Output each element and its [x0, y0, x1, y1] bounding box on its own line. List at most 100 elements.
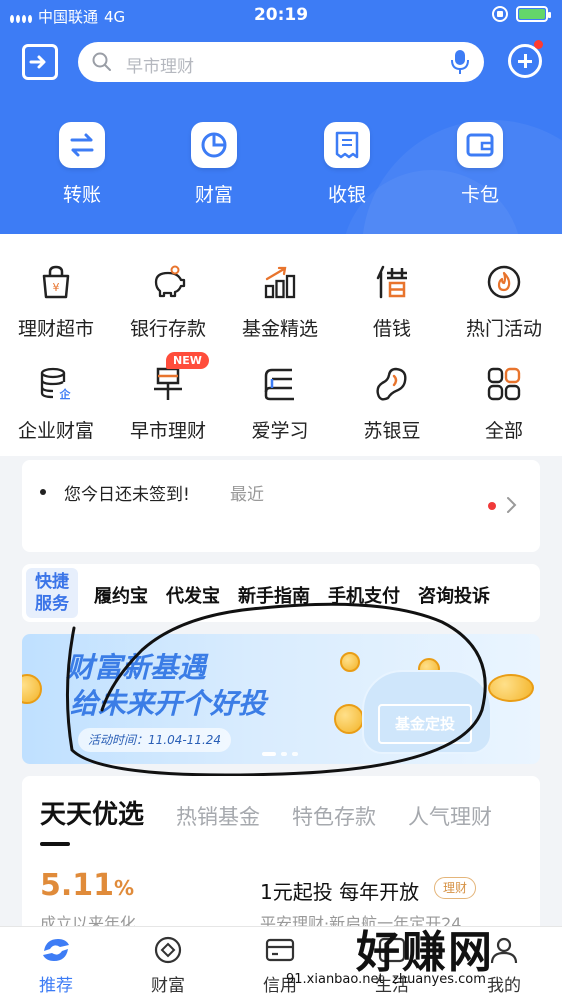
watermark-url: zhuanyes.com	[392, 972, 486, 987]
banner-date: 活动时间：11.04-11.24	[78, 728, 232, 752]
rate-value: 5.11	[40, 868, 115, 903]
book-icon	[264, 368, 294, 401]
grid-item-bean[interactable]: 苏银豆	[336, 366, 448, 443]
quick-action-cashier[interactable]: 收银	[307, 122, 387, 207]
borrow-icon	[376, 265, 407, 299]
product-card: 天天优选 热销基金 特色存款 人气理财 5.11% 成立以来年化 1元起投 每年…	[22, 776, 540, 933]
shopping-bag-icon: ¥	[42, 265, 70, 299]
product-title[interactable]: 1元起投 每年开放	[260, 876, 419, 905]
bar-chart-icon	[264, 266, 296, 299]
quick-action-label: 收银	[327, 184, 366, 206]
banner-title: 财富新基遇	[66, 651, 207, 684]
quick-action-cards[interactable]: 卡包	[440, 122, 520, 207]
svg-text:企: 企	[59, 387, 72, 401]
top-bar: 早市理财	[0, 42, 562, 82]
nav-recommend[interactable]: 推荐	[16, 933, 96, 996]
grid-item-label: 基金精选	[241, 318, 318, 340]
rate-unit: %	[114, 876, 135, 900]
promo-banner[interactable]: 基金定投 财富新基遇 给未来开个好投 活动时间：11.04-11.24	[22, 634, 540, 764]
pie-chart-icon	[201, 132, 227, 158]
tab-daily-picks[interactable]: 天天优选	[40, 794, 144, 831]
grid-item-label: 企业财富	[17, 420, 94, 442]
home-icon	[43, 939, 69, 961]
product-rate[interactable]: 5.11%	[40, 868, 134, 903]
product-tabs: 天天优选 热销基金 特色存款 人气理财	[40, 794, 524, 831]
watermark-url: 91.xianbao.net	[286, 972, 384, 987]
watermark-brand: 好赚网	[356, 927, 494, 978]
quick-service-tag-label: 快捷服务	[35, 572, 69, 614]
search-input[interactable]: 早市理财	[78, 42, 484, 82]
tab-special-deposits[interactable]: 特色存款	[292, 801, 376, 831]
piggy-bank-icon	[154, 265, 186, 298]
microphone-icon[interactable]	[450, 49, 470, 75]
carousel-indicator	[262, 752, 298, 756]
nav-wealth[interactable]: 财富	[128, 933, 208, 996]
quick-action-label: 财富	[194, 184, 233, 206]
grid-item-label: 全部	[484, 420, 523, 442]
quick-service-bar: 快捷服务 履约宝 代发宝 新手指南 手机支付 咨询投诉	[22, 564, 540, 622]
unread-dot	[488, 502, 496, 510]
coin-decoration	[334, 704, 364, 734]
service-item[interactable]: 咨询投诉	[418, 582, 490, 608]
watermark: 好赚网 91.xianbao.net zhuanyes.com	[282, 914, 562, 999]
service-item[interactable]: 履约宝	[94, 582, 148, 608]
quick-action-transfer[interactable]: 转账	[42, 122, 122, 207]
search-placeholder: 早市理财	[126, 57, 194, 77]
sign-in-card[interactable]: 您今日还未签到! 最近	[22, 460, 540, 552]
grid-item-label: 爱学习	[251, 420, 309, 442]
wallet-icon	[466, 133, 494, 157]
grid-item-label: 热门活动	[465, 318, 542, 340]
grid-item-deposit[interactable]: 银行存款	[112, 264, 224, 341]
coin-decoration	[488, 674, 534, 702]
bullet	[40, 489, 46, 495]
coin-decoration	[22, 674, 42, 704]
transfer-icon	[70, 133, 94, 157]
banner-card-label: 基金定投	[378, 704, 472, 744]
quick-service-tag: 快捷服务	[26, 568, 78, 618]
search-icon	[92, 52, 111, 71]
grid-item-fund[interactable]: 基金精选	[224, 264, 336, 341]
grid-item-label: 理财超市	[17, 318, 94, 340]
coin-decoration	[340, 652, 360, 672]
tab-popular-finance[interactable]: 人气理财	[408, 801, 492, 831]
function-grid: ¥ 理财超市 银行存款 基金精选 借钱 热门活动 企 企业财富 早市理财 爱学习…	[0, 234, 562, 456]
grid-item-morning-finance[interactable]: 早市理财	[112, 366, 224, 443]
tab-underline	[40, 842, 70, 846]
service-item[interactable]: 新手指南	[238, 582, 310, 608]
grid-item-all[interactable]: 全部	[448, 366, 560, 443]
grid-item-label: 苏银豆	[363, 420, 421, 442]
quick-action-label: 卡包	[460, 184, 499, 206]
grid-item-label: 银行存款	[129, 318, 206, 340]
quick-action-label: 转账	[62, 184, 101, 206]
grid-item-wealth-market[interactable]: ¥ 理财超市	[0, 264, 112, 341]
quick-action-wealth[interactable]: 财富	[174, 122, 254, 207]
chevron-right-icon[interactable]	[506, 496, 518, 514]
quick-actions: 转账 财富 收银 卡包	[0, 122, 562, 212]
recent-link[interactable]: 最近	[230, 480, 264, 505]
grid-item-label: 早市理财	[129, 420, 206, 442]
service-item[interactable]: 代发宝	[166, 582, 220, 608]
morning-icon	[154, 367, 182, 400]
grid-item-activities[interactable]: 热门活动	[448, 264, 560, 341]
tab-hot-funds[interactable]: 热销基金	[176, 801, 260, 831]
service-item[interactable]: 手机支付	[328, 582, 400, 608]
enter-icon	[29, 55, 46, 69]
product-tag: 理财	[434, 877, 477, 899]
notification-dot	[534, 40, 543, 49]
nav-label: 推荐	[39, 976, 73, 996]
new-badge: NEW	[166, 352, 209, 369]
clock: 20:19	[253, 5, 309, 25]
grid-item-learn[interactable]: 爱学习	[224, 366, 336, 443]
switch-account-button[interactable]	[22, 44, 58, 80]
status-bar: 中国联通 4G 20:19	[0, 0, 562, 32]
wealth-icon	[154, 936, 182, 964]
database-icon: 企	[40, 367, 72, 401]
add-button[interactable]	[508, 44, 542, 78]
apps-icon	[487, 367, 521, 401]
svg-text:¥: ¥	[53, 281, 60, 294]
grid-item-borrow[interactable]: 借钱	[336, 264, 448, 341]
banner-subtitle: 给未来开个好投	[70, 687, 267, 720]
receipt-icon	[335, 131, 359, 159]
rotation-lock-icon	[492, 6, 508, 22]
grid-item-enterprise[interactable]: 企 企业财富	[0, 366, 112, 443]
